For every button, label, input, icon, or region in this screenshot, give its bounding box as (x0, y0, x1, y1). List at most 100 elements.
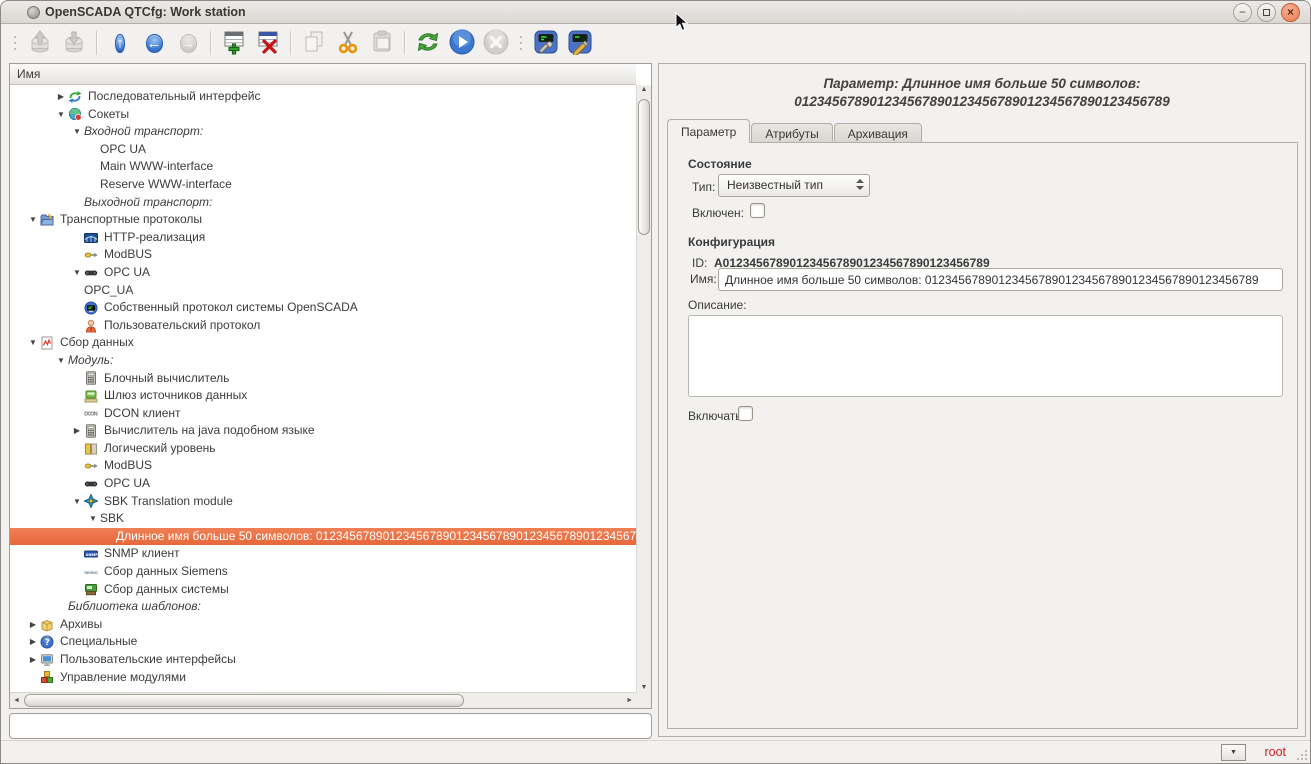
expand-open-icon[interactable]: ▼ (86, 510, 100, 528)
tree-row[interactable]: ▼Входной транспорт: (10, 123, 636, 141)
enabled-checkbox[interactable] (750, 203, 765, 218)
tree-row[interactable]: ModBUS (10, 246, 636, 264)
gateway-icon (84, 389, 100, 403)
tree-row[interactable]: ▼SBK Translation module (10, 493, 636, 511)
back-button[interactable]: ← (137, 26, 171, 60)
to-enable-checkbox[interactable] (738, 406, 753, 421)
expand-open-icon[interactable]: ▼ (54, 352, 68, 370)
add-item-button[interactable] (217, 26, 251, 60)
toolbar-drag-handle[interactable] (11, 33, 19, 53)
minimize-button[interactable]: − (1233, 3, 1252, 22)
tree-row[interactable]: Сбор данных системы (10, 581, 636, 599)
db-load-icon (27, 29, 53, 58)
tree-row-selected[interactable]: Длинное имя больше 50 символов: 01234567… (10, 528, 636, 546)
delete-item-button[interactable] (251, 26, 285, 60)
toolbar-drag-handle[interactable] (517, 33, 525, 53)
tree-row[interactable]: Шлюз источников данных (10, 387, 636, 405)
tree-row[interactable]: ▼SBK (10, 510, 636, 528)
tree-row[interactable]: Reserve WWW-interface (10, 176, 636, 194)
tree-filter-input[interactable] (9, 713, 652, 739)
save-button[interactable] (57, 26, 91, 60)
stop-button[interactable] (479, 26, 513, 60)
scroll-up-icon[interactable]: ▲ (637, 86, 651, 93)
expand-closed-icon[interactable]: ▶ (54, 88, 68, 106)
name-input[interactable] (718, 268, 1283, 291)
close-button[interactable]: × (1281, 3, 1300, 22)
svg-text:DCON: DCON (84, 412, 98, 418)
tree-row[interactable]: ▶Архивы (10, 616, 636, 634)
config-edit-button[interactable] (563, 26, 597, 60)
tree-row[interactable]: ▼Сокеты (10, 106, 636, 124)
paste-button[interactable] (365, 26, 399, 60)
copy-button[interactable] (297, 26, 331, 60)
expand-open-icon[interactable]: ▼ (54, 106, 68, 124)
forward-button[interactable]: → (171, 26, 205, 60)
type-select[interactable]: Неизвестный тип (718, 174, 870, 197)
expand-open-icon[interactable]: ▼ (26, 211, 40, 229)
maximize-button[interactable] (1257, 3, 1276, 22)
tree-row[interactable]: ▶Пользовательские интерфейсы (10, 651, 636, 669)
expand-open-icon[interactable]: ▼ (70, 123, 84, 141)
tree-row[interactable]: SIEMENSСбор данных Siemens (10, 563, 636, 581)
tree-row[interactable]: Логический уровень (10, 440, 636, 458)
tree-row[interactable]: ModBUS (10, 457, 636, 475)
spinner-arrows-icon[interactable] (856, 179, 864, 190)
svg-text:?: ? (45, 638, 50, 648)
ui-icon (40, 653, 56, 667)
tree-row[interactable]: ▼Модуль: (10, 352, 636, 370)
expand-open-icon[interactable]: ▼ (70, 493, 84, 511)
tab-attributes[interactable]: Атрибуты (751, 123, 832, 143)
load-button[interactable] (23, 26, 57, 60)
tree-row[interactable]: ▼OPC UA (10, 264, 636, 282)
item-add-icon (221, 29, 247, 58)
scroll-down-icon[interactable]: ▼ (637, 684, 651, 691)
up-button[interactable]: ↑ (103, 26, 137, 60)
tree-row[interactable]: OPC UA (10, 141, 636, 159)
expand-closed-icon[interactable]: ▶ (26, 633, 40, 651)
tree-row[interactable]: ▶?Специальные (10, 633, 636, 651)
tree-row[interactable]: DCONDCON клиент (10, 405, 636, 423)
tab-parameter[interactable]: Параметр (667, 119, 750, 143)
description-textarea[interactable] (688, 315, 1283, 397)
tree-row[interactable]: ▼Сбор данных (10, 334, 636, 352)
tree-row[interactable]: ▼Транспортные протоколы (10, 211, 636, 229)
cut-button[interactable] (331, 26, 365, 60)
expand-closed-icon[interactable]: ▶ (26, 651, 40, 669)
scroll-left-icon[interactable]: ◄ (13, 697, 20, 704)
refresh-button[interactable] (411, 26, 445, 60)
tree-row[interactable]: Управление модулями (10, 669, 636, 687)
tree-row[interactable]: ▶Вычислитель на java подобном языке (10, 422, 636, 440)
tree-row[interactable]: Блочный вычислитель (10, 370, 636, 388)
tab-archiving[interactable]: Архивация (834, 123, 922, 143)
tree-row[interactable]: Пользовательский протокол (10, 317, 636, 335)
tree-row[interactable]: Выходной транспорт: (10, 194, 636, 212)
tree-row[interactable]: SNMPSNMP клиент (10, 545, 636, 563)
tree-row[interactable]: Собственный протокол системы OpenSCADA (10, 299, 636, 317)
expand-open-icon[interactable]: ▼ (26, 334, 40, 352)
tree-row[interactable]: HTTP-реализация (10, 229, 636, 247)
horizontal-scroll-thumb[interactable] (24, 694, 464, 707)
tree-horizontal-scrollbar[interactable]: ◄ ► (10, 692, 636, 708)
titlebar[interactable]: OpenSCADA QTCfg: Work station − × (1, 1, 1310, 24)
tree-row-label: Пользовательский протокол (104, 317, 264, 335)
app-icon (27, 6, 40, 19)
config-tools-button[interactable] (529, 26, 563, 60)
start-button[interactable] (445, 26, 479, 60)
status-dropdown-button[interactable]: ▼ (1221, 744, 1246, 761)
expand-closed-icon[interactable]: ▶ (26, 616, 40, 634)
tree-row[interactable]: Main WWW-interface (10, 158, 636, 176)
to-enable-label: Включать: (688, 409, 745, 423)
tab-bar: ПараметрАтрибутыАрхивация (667, 119, 923, 143)
tree-vertical-scrollbar[interactable]: ▲ ▼ (636, 85, 651, 692)
tree-row[interactable]: Библиотека шаблонов: (10, 598, 636, 616)
expand-closed-icon[interactable]: ▶ (70, 422, 84, 440)
tree-row-label: Логический уровень (104, 440, 220, 458)
tree-column-header[interactable]: Имя (10, 64, 636, 85)
tree-row[interactable]: ▶Последовательный интерфейс (10, 88, 636, 106)
tree-row[interactable]: OPC UA (10, 475, 636, 493)
vertical-scroll-thumb[interactable] (638, 99, 650, 235)
tree-row[interactable]: OPC_UA (10, 282, 636, 300)
expand-open-icon[interactable]: ▼ (70, 264, 84, 282)
scroll-right-icon[interactable]: ► (626, 697, 633, 704)
resize-grip[interactable] (1294, 747, 1307, 760)
